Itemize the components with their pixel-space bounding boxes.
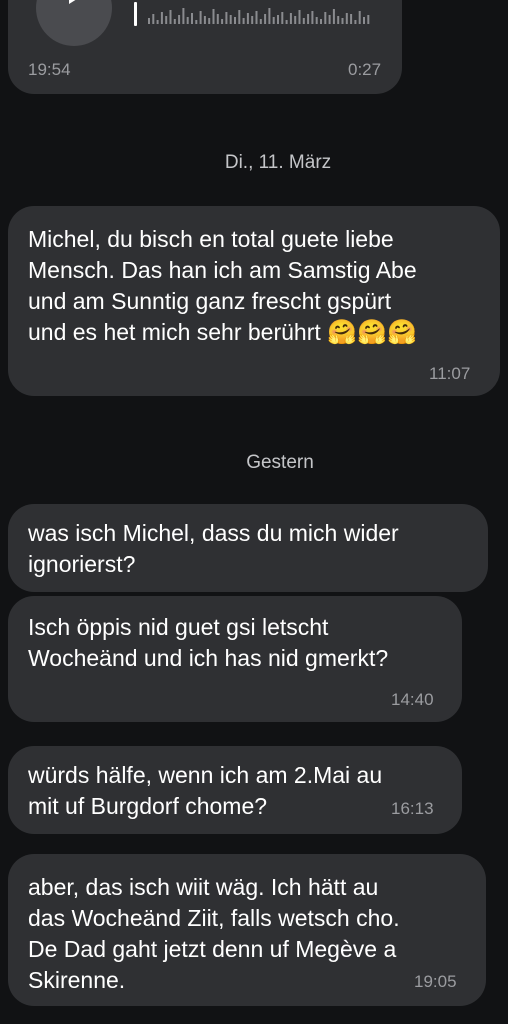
waveform-bar [324, 12, 327, 24]
message-bubble[interactable]: was isch Michel, dass du mich wider igno… [8, 504, 488, 592]
waveform-bar [173, 19, 176, 24]
date-separator: Gestern [246, 452, 314, 473]
voice-message-bubble[interactable]: 19:54 0:27 [8, 0, 402, 94]
waveform-bar [272, 17, 275, 24]
waveform-bar [358, 11, 361, 24]
play-icon [69, 0, 85, 4]
playback-cursor[interactable] [134, 2, 137, 26]
waveform-bar [350, 14, 353, 24]
waveform-bar [234, 17, 236, 24]
message-text: Isch öppis nid guet gsi letscht Wocheänd… [28, 614, 389, 671]
waveform-bar [363, 17, 365, 24]
waveform-bar [341, 18, 344, 24]
waveform-bar [160, 12, 163, 24]
voice-time: 19:54 [28, 60, 71, 79]
waveform-bar [156, 20, 159, 24]
waveform-bar [255, 11, 258, 24]
waveform-bar [165, 16, 168, 24]
waveform-bar [238, 10, 241, 24]
waveform-bar [315, 17, 318, 24]
waveform-bar [302, 18, 305, 24]
waveform-bar [225, 12, 228, 24]
message-time: 19:05 [414, 972, 457, 991]
message-bubble[interactable]: aber, das isch wiit wäg. Ich hätt au das… [8, 854, 486, 1006]
waveform-bar [298, 10, 301, 24]
waveform-bar [246, 13, 249, 24]
waveform-bar [169, 10, 172, 24]
waveform-bar [294, 16, 297, 24]
hugging-emoji: 🤗🤗🤗 [327, 319, 417, 346]
waveform-bar [212, 9, 215, 24]
waveform-bar [332, 9, 335, 24]
waveform-bar [281, 12, 284, 24]
message-text: Michel, du bisch en total guete liebe Me… [28, 224, 417, 348]
message-bubble[interactable]: Isch öppis nid guet gsi letscht Wocheänd… [8, 596, 462, 722]
waveform-bar [208, 18, 211, 24]
message-text: aber, das isch wiit wäg. Ich hätt au das… [28, 874, 400, 993]
message-time: 14:40 [391, 690, 434, 709]
waveform-bar [203, 16, 206, 24]
waveform-bar [229, 15, 232, 24]
waveform-bar [354, 20, 357, 24]
message-text: würds hälfe, wenn ich am 2.Mai au mit uf… [28, 762, 383, 819]
waveform-bar [195, 20, 198, 24]
waveform-bar [320, 19, 322, 24]
waveform-bar [328, 15, 331, 24]
waveform-bar [259, 19, 262, 24]
play-button[interactable] [36, 0, 112, 46]
waveform-bar [199, 11, 202, 24]
waveform-bar [251, 16, 254, 24]
waveform-bar [345, 13, 348, 24]
waveform-bar [289, 13, 292, 24]
waveform-bar [268, 8, 271, 24]
waveform-bar [277, 15, 279, 24]
message-text: was isch Michel, dass du mich wider igno… [28, 520, 399, 577]
waveform-bar [221, 19, 224, 24]
waveform-bar [242, 18, 245, 24]
waveform-bar [182, 8, 185, 24]
message-bubble[interactable]: würds hälfe, wenn ich am 2.Mai au mit uf… [8, 746, 462, 834]
waveform-bar [285, 20, 288, 24]
waveform-bar [311, 11, 314, 24]
waveform-bar [367, 15, 370, 24]
message-bubble[interactable]: Michel, du bisch en total guete liebe Me… [8, 206, 500, 396]
message-time: 11:07 [429, 364, 471, 383]
waveform-bar [307, 14, 310, 24]
waveform-bar [191, 13, 193, 24]
waveform-bar [186, 17, 189, 24]
waveform-bar [148, 18, 150, 24]
waveform-bar [178, 15, 181, 24]
waveform-bar [264, 14, 267, 24]
voice-duration: 0:27 [348, 60, 382, 79]
message-time: 16:13 [391, 799, 434, 818]
waveform[interactable] [148, 4, 374, 24]
waveform-bar [216, 14, 219, 24]
waveform-bar [337, 16, 340, 24]
waveform-bar [152, 14, 155, 24]
date-separator: Di., 11. März [224, 152, 332, 173]
